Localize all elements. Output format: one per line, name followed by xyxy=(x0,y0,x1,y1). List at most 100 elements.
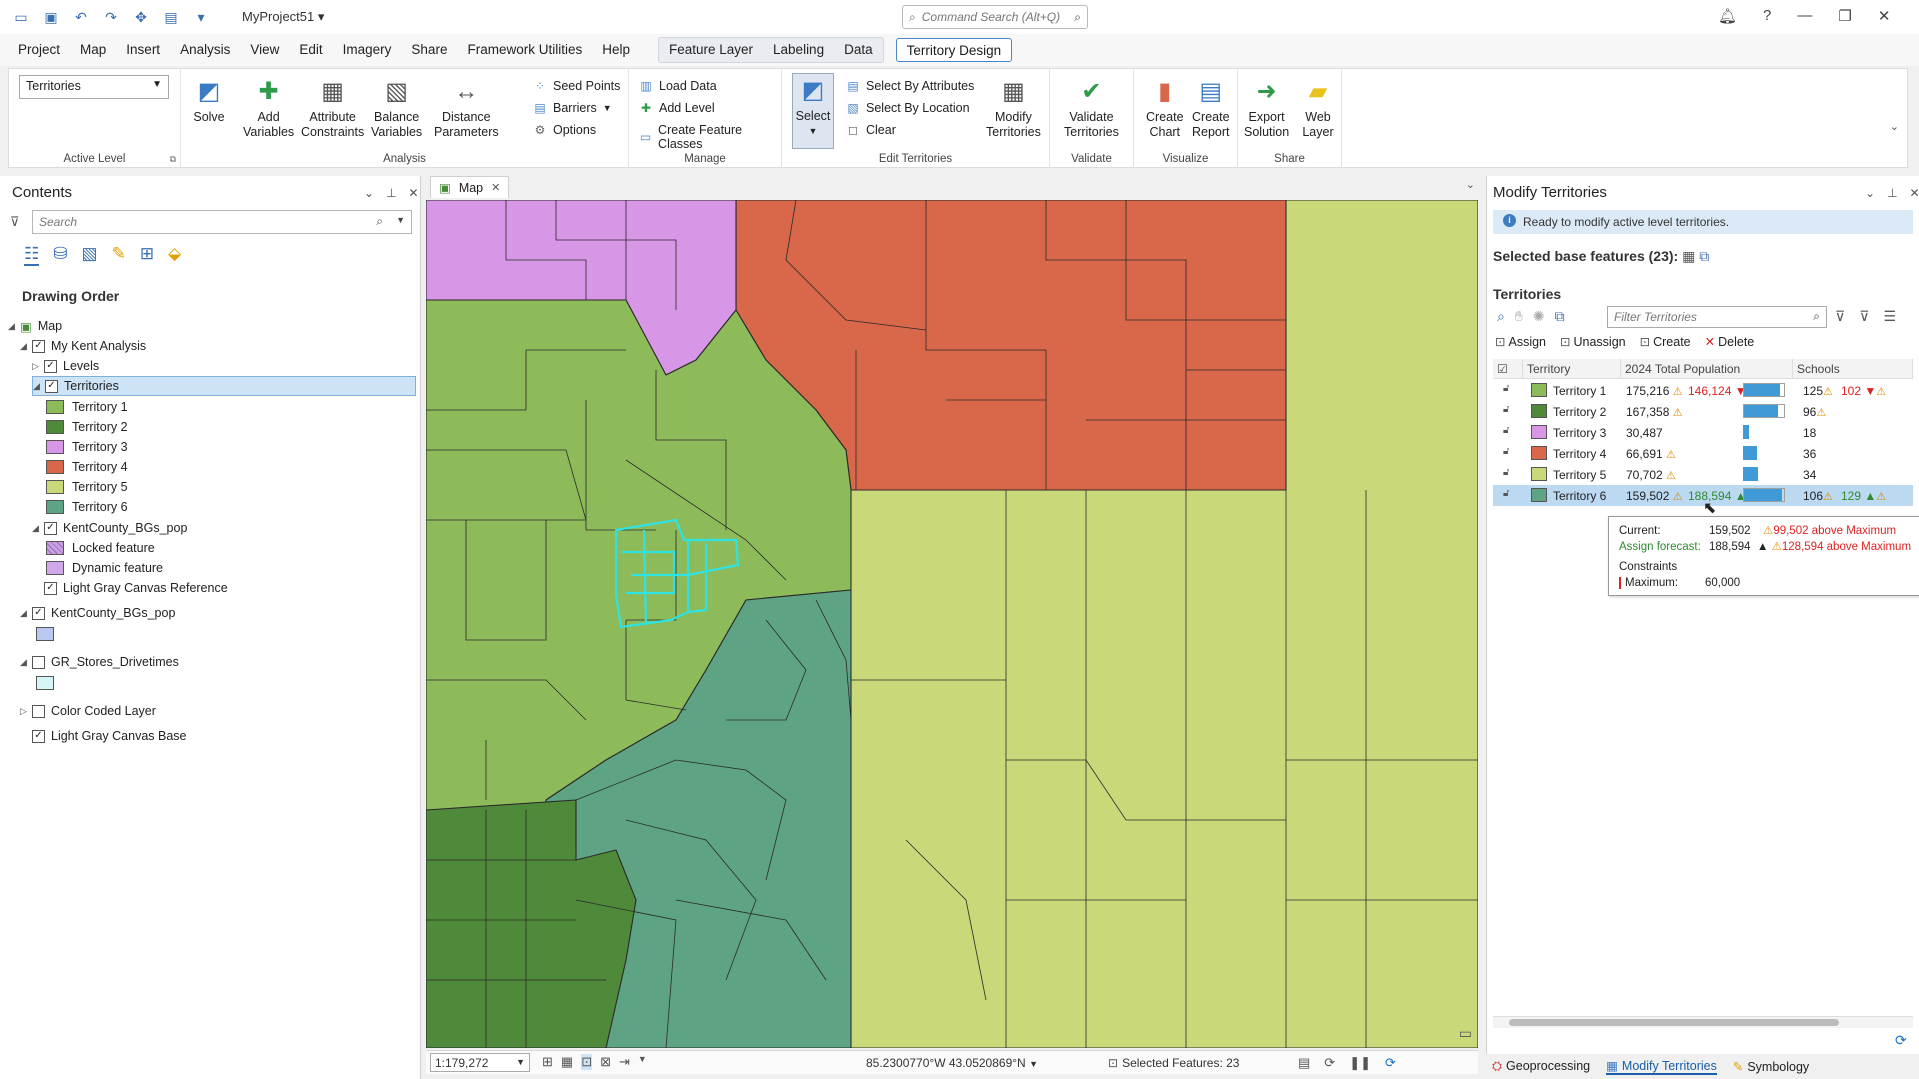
move-icon[interactable]: ✥ xyxy=(130,9,152,26)
pin-icon[interactable]: ⊥ xyxy=(386,186,396,200)
chevron-down-icon[interactable]: ▼ xyxy=(1029,1059,1038,1069)
solve-button[interactable]: ◩Solve xyxy=(193,75,225,125)
table-icon[interactable]: ▤ xyxy=(1298,1055,1310,1071)
checkbox[interactable]: ✓ xyxy=(45,380,58,393)
modify-territories-button[interactable]: ▦Modify Territories xyxy=(986,75,1041,140)
column-header-population[interactable]: 2024 Total Population xyxy=(1621,359,1793,379)
collapse-ribbon-icon[interactable]: ⌄ xyxy=(1890,120,1899,133)
measure-icon[interactable]: ⇥ xyxy=(619,1054,630,1070)
list-by-editing-icon[interactable]: ✎ xyxy=(112,244,126,266)
tab-view[interactable]: View xyxy=(240,38,289,62)
map-view-tab[interactable]: ▣ Map ✕ xyxy=(430,176,509,198)
overview-icon[interactable]: ▭ xyxy=(1459,1025,1472,1042)
table-row[interactable]: 🔓︎ Territory 4 66,691 ⚠ 36 xyxy=(1493,443,1913,464)
snapping-icon[interactable]: ⊡ xyxy=(581,1054,592,1070)
create-feature-classes-button[interactable]: ▭Create Feature Classes xyxy=(639,123,781,151)
tab-modify-territories[interactable]: ▦Modify Territories xyxy=(1606,1058,1717,1075)
toc-map[interactable]: ◢▣Map xyxy=(8,316,62,336)
checkbox[interactable] xyxy=(32,705,45,718)
lock-icon[interactable]: 🔓︎ xyxy=(1503,425,1509,436)
close-icon[interactable]: ✕ xyxy=(409,186,419,200)
collapse-icon[interactable]: ◢ xyxy=(20,341,32,352)
tab-insert[interactable]: Insert xyxy=(116,38,170,62)
constraints-icon[interactable]: ⊠ xyxy=(600,1054,611,1070)
add-variables-button[interactable]: ✚Add Variables xyxy=(243,75,294,140)
tab-geoprocessing[interactable]: ⛭Geoprocessing xyxy=(1492,1059,1590,1074)
minimize-icon[interactable]: — xyxy=(1797,7,1812,25)
clear-button[interactable]: ◻Clear xyxy=(846,123,896,137)
close-icon[interactable]: ✕ xyxy=(1910,186,1919,200)
tab-analysis[interactable]: Analysis xyxy=(170,38,240,62)
toc-my-kent-analysis[interactable]: ◢✓My Kent Analysis xyxy=(20,336,146,356)
close-icon[interactable]: ✕ xyxy=(491,181,500,194)
unassign-button[interactable]: ⊡Unassign xyxy=(1560,334,1626,349)
select-all-header[interactable]: ☑ xyxy=(1493,359,1523,379)
export-solution-button[interactable]: ➜Export Solution xyxy=(1244,75,1289,140)
lock-icon[interactable]: 🔓︎ xyxy=(1503,488,1509,499)
chevron-down-icon[interactable]: ⌄ xyxy=(1865,186,1875,200)
lock-icon[interactable]: 🔓︎ xyxy=(1503,467,1509,478)
assign-button[interactable]: ⊡Assign xyxy=(1495,334,1546,349)
collapse-icon[interactable]: ◢ xyxy=(20,657,32,668)
list-by-snapping-icon[interactable]: ⊞ xyxy=(140,244,154,266)
save-icon[interactable]: ▣ xyxy=(40,9,62,26)
open-external-icon[interactable]: ⧉ xyxy=(1699,248,1709,264)
create-report-button[interactable]: ▤Create Report xyxy=(1192,75,1230,140)
toc-kent-bg-pop-1[interactable]: ◢✓KentCounty_BGs_pop xyxy=(32,518,187,538)
active-level-dropdown[interactable]: Territories ▼ xyxy=(19,75,169,99)
toc-color-coded[interactable]: ▷Color Coded Layer xyxy=(20,701,156,721)
expand-icon[interactable]: ▷ xyxy=(20,706,32,717)
tab-data[interactable]: Data xyxy=(834,38,883,62)
add-level-button[interactable]: ✚Add Level xyxy=(639,101,715,115)
validate-territories-button[interactable]: ✔Validate Territories xyxy=(1064,75,1119,140)
menu-icon[interactable]: ☰ xyxy=(1884,308,1897,325)
select-by-location-button[interactable]: ▧Select By Location xyxy=(846,101,970,115)
table-row[interactable]: 🔓︎ Territory 2 167,358 ⚠ 96⚠ xyxy=(1493,401,1913,422)
clear-filter-icon[interactable]: ⊽ xyxy=(1859,308,1869,325)
create-button[interactable]: ⊡Create xyxy=(1640,334,1691,349)
toc-lgc-base[interactable]: ✓Light Gray Canvas Base xyxy=(20,726,187,746)
help-icon[interactable]: ? xyxy=(1763,7,1771,25)
project-name[interactable]: MyProject51 ▾ xyxy=(242,9,324,25)
list-by-selection-icon[interactable]: ▧ xyxy=(82,244,98,266)
lock-icon[interactable]: 🔓︎ xyxy=(1503,383,1509,394)
refresh-cache-icon[interactable]: ⟳ xyxy=(1324,1055,1335,1071)
checkbox[interactable]: ✓ xyxy=(44,522,57,535)
tab-share[interactable]: Share xyxy=(401,38,457,62)
refresh-icon[interactable]: ⟳ xyxy=(1895,1032,1907,1049)
column-header-territory[interactable]: Territory xyxy=(1523,359,1621,379)
project-icon[interactable]: ▤ xyxy=(160,9,182,26)
web-layer-button[interactable]: ▰Web Layer xyxy=(1302,75,1334,140)
customize-icon[interactable]: ▾ xyxy=(190,9,212,26)
pin-icon[interactable]: ⊥ xyxy=(1887,186,1897,200)
expand-icon[interactable]: ▷ xyxy=(32,361,44,372)
collapse-icon[interactable]: ◢ xyxy=(33,381,45,392)
chevron-down-icon[interactable]: ⌄ xyxy=(1466,178,1475,191)
table-row[interactable]: 🔓︎ Territory 5 70,702 ⚠ 34 xyxy=(1493,464,1913,485)
tab-territory-design[interactable]: Territory Design xyxy=(896,38,1013,62)
lock-icon[interactable]: 🔓︎ xyxy=(1503,446,1509,457)
contents-search-input[interactable]: Search ⌕ ▼ xyxy=(32,210,412,234)
checkbox[interactable] xyxy=(32,656,45,669)
collapse-icon[interactable]: ◢ xyxy=(20,608,32,619)
table-row[interactable]: 🔓︎ Territory 3 30,487 18 xyxy=(1493,422,1913,443)
create-chart-button[interactable]: ▮Create Chart xyxy=(1146,75,1184,140)
select-button[interactable]: ◩Select▼ xyxy=(792,73,834,149)
delete-button[interactable]: ✕Delete xyxy=(1705,334,1755,349)
dialog-launcher-icon[interactable]: ⧉ xyxy=(170,154,176,165)
tab-labeling[interactable]: Labeling xyxy=(763,38,834,62)
refresh-icon[interactable]: ⟳ xyxy=(1385,1055,1396,1071)
scale-selector[interactable]: 1:179,272▼ xyxy=(430,1053,530,1072)
close-icon[interactable]: ✕ xyxy=(1878,7,1891,25)
tab-project[interactable]: Project xyxy=(8,38,70,62)
list-by-drawing-order-icon[interactable]: ☷ xyxy=(24,244,39,266)
territory-map[interactable] xyxy=(426,200,1478,1048)
command-search[interactable]: ⌕ Command Search (Alt+Q) ⌕ xyxy=(902,5,1088,29)
filter-territories-input[interactable]: Filter Territories⌕ xyxy=(1607,306,1827,328)
tab-edit[interactable]: Edit xyxy=(289,38,332,62)
grid-icon[interactable]: ▦ xyxy=(561,1054,573,1070)
tab-framework-utilities[interactable]: Framework Utilities xyxy=(457,38,592,62)
toc-territories[interactable]: ◢✓Territories xyxy=(32,376,416,396)
load-data-button[interactable]: ▥Load Data xyxy=(639,79,717,93)
scrollbar-thumb[interactable] xyxy=(1509,1019,1839,1026)
